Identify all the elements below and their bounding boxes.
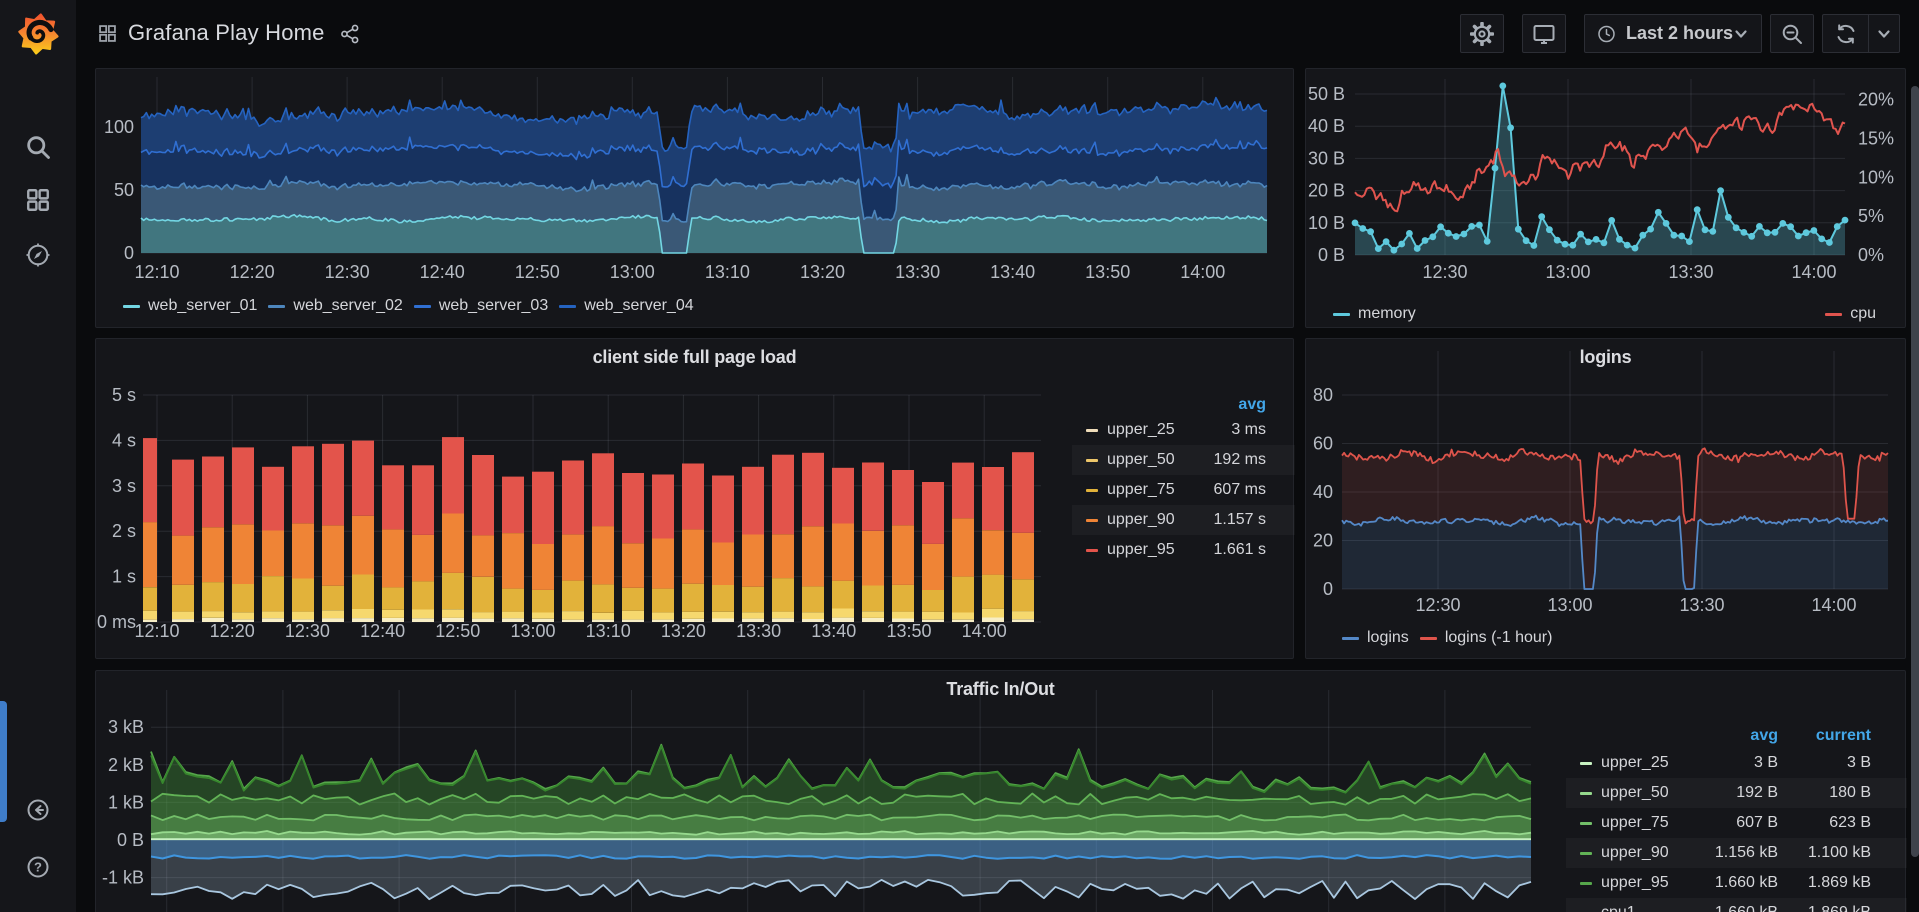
- svg-text:3 kB: 3 kB: [108, 717, 144, 737]
- svg-text:13:10: 13:10: [705, 262, 750, 282]
- svg-text:40: 40: [1313, 482, 1333, 502]
- svg-text:13:20: 13:20: [661, 621, 706, 641]
- svg-text:0: 0: [124, 243, 134, 263]
- svg-text:14:00: 14:00: [1180, 262, 1225, 282]
- svg-text:20: 20: [1313, 531, 1333, 551]
- svg-text:10 B: 10 B: [1308, 213, 1345, 233]
- svg-text:5%: 5%: [1858, 206, 1884, 226]
- svg-text:60: 60: [1313, 434, 1333, 454]
- svg-text:?: ?: [34, 860, 42, 875]
- svg-text:14:00: 14:00: [1791, 262, 1836, 282]
- svg-text:4 s: 4 s: [112, 430, 136, 450]
- svg-text:13:00: 13:00: [610, 262, 655, 282]
- svg-text:13:40: 13:40: [811, 621, 856, 641]
- svg-text:1 kB: 1 kB: [108, 792, 144, 812]
- svg-text:12:40: 12:40: [360, 621, 405, 641]
- svg-text:12:10: 12:10: [134, 262, 179, 282]
- svg-text:14:00: 14:00: [962, 621, 1007, 641]
- svg-text:13:00: 13:00: [1545, 262, 1590, 282]
- svg-text:13:40: 13:40: [990, 262, 1035, 282]
- svg-text:20%: 20%: [1858, 90, 1894, 110]
- svg-text:12:30: 12:30: [1415, 595, 1460, 615]
- svg-text:13:50: 13:50: [1085, 262, 1130, 282]
- svg-text:13:10: 13:10: [586, 621, 631, 641]
- svg-text:14:00: 14:00: [1811, 595, 1856, 615]
- svg-text:0%: 0%: [1858, 245, 1884, 265]
- svg-text:20 B: 20 B: [1308, 181, 1345, 201]
- svg-text:50 B: 50 B: [1308, 84, 1345, 104]
- svg-text:12:20: 12:20: [230, 262, 275, 282]
- svg-text:12:10: 12:10: [134, 621, 179, 641]
- svg-text:0 B: 0 B: [1318, 245, 1345, 265]
- svg-text:3 s: 3 s: [112, 476, 136, 496]
- svg-text:13:30: 13:30: [736, 621, 781, 641]
- svg-text:-1 kB: -1 kB: [102, 868, 144, 888]
- svg-text:30 B: 30 B: [1308, 148, 1345, 168]
- svg-text:80: 80: [1313, 385, 1333, 405]
- svg-text:13:30: 13:30: [1668, 262, 1713, 282]
- svg-text:12:30: 12:30: [285, 621, 330, 641]
- svg-text:0 B: 0 B: [117, 830, 144, 850]
- svg-text:13:20: 13:20: [800, 262, 845, 282]
- svg-text:13:30: 13:30: [895, 262, 940, 282]
- svg-text:2 s: 2 s: [112, 521, 136, 541]
- svg-text:12:30: 12:30: [1422, 262, 1467, 282]
- svg-text:40 B: 40 B: [1308, 116, 1345, 136]
- svg-text:12:20: 12:20: [210, 621, 255, 641]
- svg-text:50: 50: [114, 180, 134, 200]
- svg-text:12:30: 12:30: [325, 262, 370, 282]
- svg-text:1 s: 1 s: [112, 567, 136, 587]
- svg-text:5 s: 5 s: [112, 385, 136, 405]
- svg-text:0 ms: 0 ms: [97, 612, 136, 632]
- svg-text:2 kB: 2 kB: [108, 755, 144, 775]
- svg-text:13:50: 13:50: [886, 621, 931, 641]
- svg-text:12:40: 12:40: [420, 262, 465, 282]
- svg-text:13:00: 13:00: [510, 621, 555, 641]
- svg-text:0: 0: [1323, 579, 1333, 599]
- svg-text:13:30: 13:30: [1679, 595, 1724, 615]
- svg-text:10%: 10%: [1858, 167, 1894, 187]
- svg-text:13:00: 13:00: [1547, 595, 1592, 615]
- svg-text:15%: 15%: [1858, 129, 1894, 149]
- svg-text:12:50: 12:50: [435, 621, 480, 641]
- svg-text:12:50: 12:50: [515, 262, 560, 282]
- svg-text:100: 100: [104, 117, 134, 137]
